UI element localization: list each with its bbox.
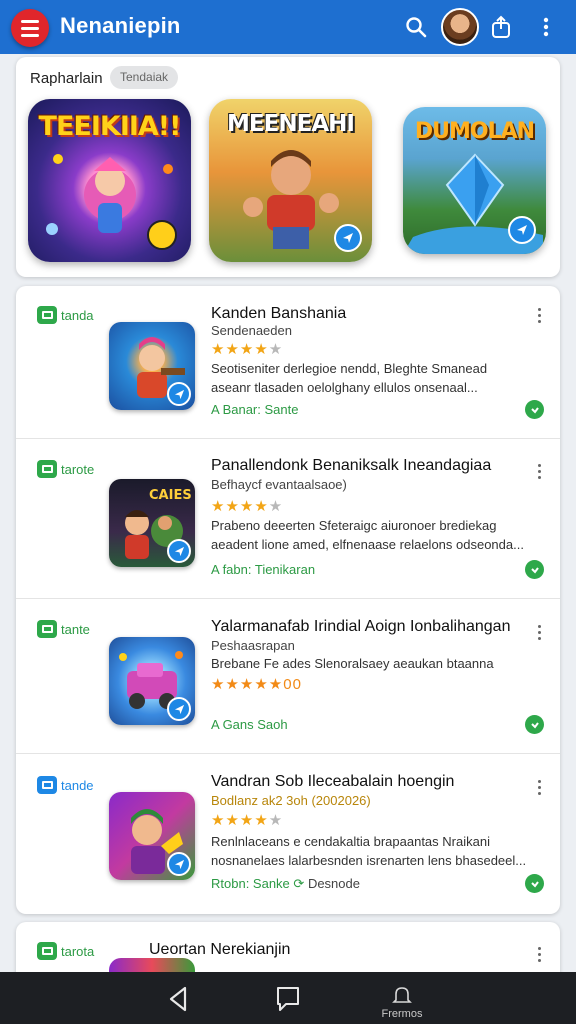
app-title[interactable]: Ueortan Nerekianjin — [149, 941, 290, 959]
list-item[interactable]: tarote CAIES Panallendonk Benaniksalk In… — [16, 439, 560, 599]
tag-icon — [37, 460, 57, 478]
app-tag: tande — [37, 776, 94, 794]
download-icon[interactable] — [525, 560, 544, 579]
rating-stars: ★★★★★ — [211, 812, 284, 829]
app-category: A fabn: Tienikaran — [211, 562, 316, 577]
app-extra-label: Desnode — [307, 876, 360, 891]
list-item[interactable]: tanda Kanden Banshania Sendenaeden ★★★★★… — [16, 286, 560, 439]
featured-game-2[interactable]: MEENEAHI — [209, 99, 372, 262]
more-vert-icon[interactable] — [538, 947, 542, 962]
app-thumbnail[interactable] — [109, 792, 195, 880]
app-thumbnail[interactable] — [109, 637, 195, 725]
app-subtitle: Peshaasrapan — [211, 638, 295, 653]
rating-stars: ★★★★★ — [211, 498, 284, 515]
featured-label: Rapharlain — [30, 70, 103, 87]
download-icon[interactable] — [525, 874, 544, 893]
bell-label[interactable]: Frermos — [372, 1008, 432, 1020]
app-title: Nenaniepin — [60, 13, 181, 38]
rating-stars: ★★★★★ — [211, 341, 284, 358]
hamburger-icon[interactable] — [11, 9, 49, 47]
more-vert-icon[interactable] — [538, 780, 542, 795]
app-description: Renlnlaceans e cendakaltia brapaantas Nr… — [211, 834, 527, 868]
download-icon[interactable] — [525, 715, 544, 734]
list-item[interactable]: tante Yalarmanafab Irindial Aoign Ionbal… — [16, 599, 560, 754]
svg-text:CAIES: CAIES — [149, 488, 192, 503]
avatar[interactable] — [441, 8, 479, 46]
tag-icon — [37, 776, 57, 794]
app-category: A Banar: Sante — [211, 402, 299, 417]
app-subtitle: Befhaycf evantaalsaoe) — [211, 477, 347, 492]
app-tag: tanda — [37, 306, 94, 324]
more-vert-icon[interactable] — [538, 464, 542, 479]
search-icon[interactable] — [401, 12, 431, 42]
app-title[interactable]: Panallendonk Benaniksalk Ineandagiaa — [211, 457, 491, 475]
featured-section: Rapharlain Tendaiak TEEIKIIA!! MEENEAHI … — [16, 57, 560, 277]
app-title[interactable]: Vandran Sob Ileceabalain hoengin — [211, 773, 454, 791]
bell-icon[interactable] — [382, 978, 422, 1012]
app-bar: Nenaniepin — [0, 0, 576, 54]
app-category: Rtobn: Sanke ⟳ Desnode — [211, 876, 360, 891]
app-list: tanda Kanden Banshania Sendenaeden ★★★★★… — [16, 286, 560, 914]
back-icon[interactable] — [158, 982, 198, 1016]
featured-game-3[interactable]: DUMOLAN — [403, 107, 546, 254]
more-vert-icon[interactable] — [538, 625, 542, 640]
tag-icon — [37, 942, 57, 960]
app-thumbnail[interactable]: CAIES — [109, 479, 195, 567]
featured-game-1[interactable]: TEEIKIIA!! — [28, 99, 191, 262]
app-title[interactable]: Kanden Banshania — [211, 305, 346, 323]
app-tag: tarota — [37, 942, 94, 960]
tag-icon — [37, 620, 57, 638]
app-description: Prabeno deeerten Sfeteraigc aiuronoer br… — [211, 518, 524, 552]
bottom-navigation: Frermos — [0, 972, 576, 1024]
app-thumbnail[interactable] — [109, 322, 195, 410]
app-tag: tante — [37, 620, 90, 638]
tag-icon — [37, 306, 57, 324]
list-item[interactable]: tande Vandran Sob Ileceabalain hoengin B… — [16, 754, 560, 914]
app-subtitle: Bodlanz ak2 3oh (2002026) — [211, 793, 371, 808]
app-tag: tarote — [37, 460, 94, 478]
app-subtitle: Sendenaeden — [211, 323, 292, 338]
app-description: Seotiseniter derlegioe nendd, Bleghte Sm… — [211, 361, 488, 395]
download-icon[interactable] — [525, 400, 544, 419]
more-vert-icon[interactable] — [538, 308, 542, 323]
home-icon[interactable] — [268, 982, 308, 1016]
app-description: Brebane Fe ades Slenoralsaey aeaukan bta… — [211, 656, 494, 671]
app-category: A Gans Saoh — [211, 717, 288, 732]
share-icon[interactable] — [486, 12, 516, 42]
app-title[interactable]: Yalarmanafab Irindial Aoign Ionbalihanga… — [211, 618, 510, 636]
more-vert-icon[interactable] — [531, 12, 561, 42]
rating-stars: ★★★★★00 — [211, 676, 302, 693]
featured-chip[interactable]: Tendaiak — [110, 66, 179, 89]
